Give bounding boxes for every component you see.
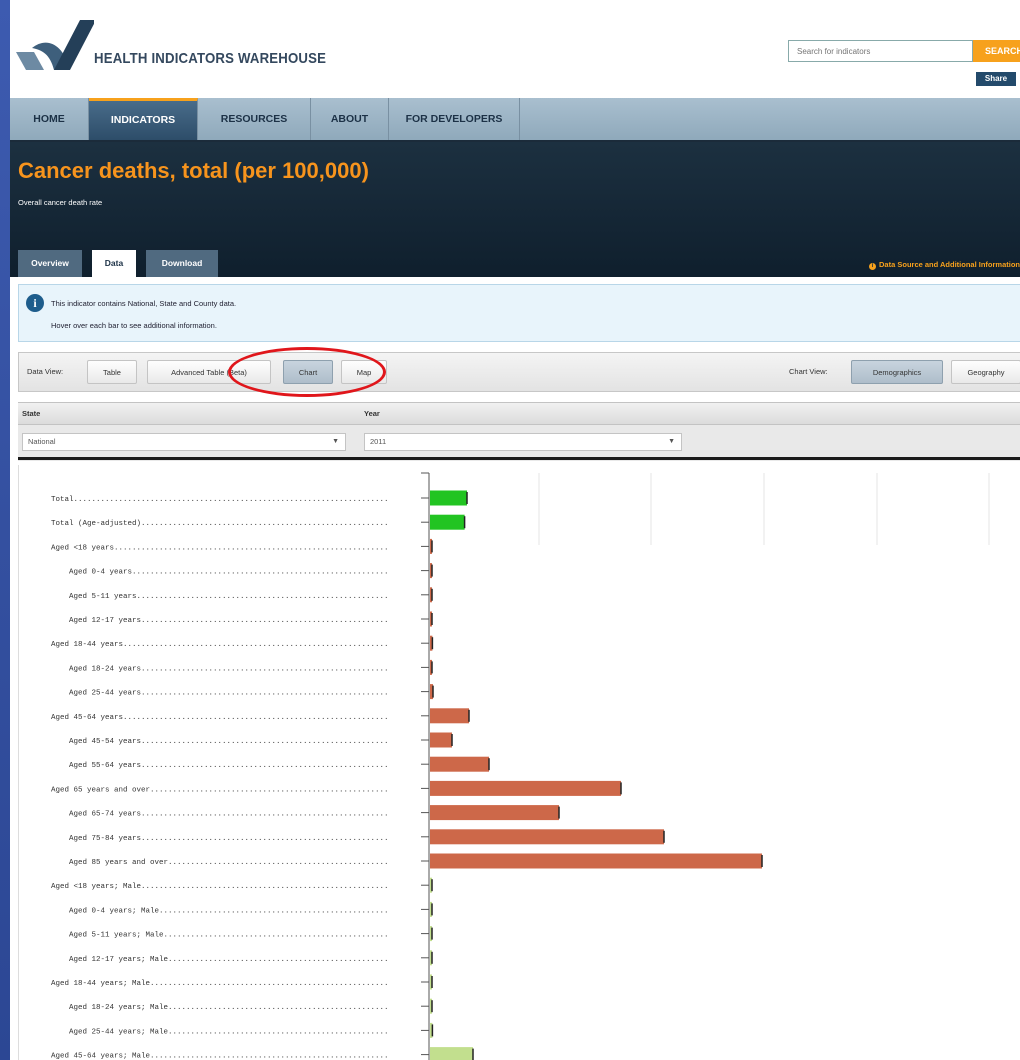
tab-overview[interactable]: Overview bbox=[18, 250, 82, 277]
bar[interactable] bbox=[430, 805, 559, 821]
state-select-value: National bbox=[28, 437, 56, 446]
category-label: Total...................................… bbox=[51, 496, 389, 504]
year-select-value: 2011 bbox=[370, 437, 387, 446]
data-view-bar: Data View: Table Advanced Table (Beta) C… bbox=[18, 352, 1020, 392]
bar[interactable] bbox=[430, 490, 467, 506]
year-label: Year bbox=[364, 409, 380, 418]
bar[interactable] bbox=[430, 708, 469, 724]
highlight-circle bbox=[228, 347, 386, 397]
bar[interactable] bbox=[430, 732, 452, 748]
category-label: Aged 18-24 years........................… bbox=[51, 665, 389, 673]
category-label: Aged 0-4 years..........................… bbox=[51, 569, 389, 577]
hiw-logo[interactable] bbox=[14, 18, 94, 70]
chart-view-geography-button[interactable]: Geography bbox=[951, 360, 1020, 384]
category-label: Aged 12-17 years; Male..................… bbox=[51, 956, 389, 964]
category-label: Aged 65 years and over..................… bbox=[51, 786, 389, 794]
site-header: HEALTH INDICATORS WAREHOUSE SEARCH Share bbox=[10, 0, 1020, 98]
search-input[interactable] bbox=[788, 40, 973, 62]
bar[interactable] bbox=[430, 780, 621, 796]
info-icon: i bbox=[26, 294, 44, 312]
category-label: Aged 25-44 years........................… bbox=[51, 690, 389, 698]
tab-data[interactable]: Data bbox=[92, 250, 136, 277]
page-subtitle: Overall cancer death rate bbox=[18, 198, 103, 207]
category-label: Aged 45-54 years........................… bbox=[51, 738, 389, 746]
data-source-label: Data Source and Additional Information bbox=[879, 260, 1020, 269]
category-label: Total (Age-adjusted)....................… bbox=[51, 520, 389, 528]
state-select[interactable]: National ▼ bbox=[22, 433, 346, 451]
filter-divider bbox=[18, 457, 1020, 460]
info-text-2: Hover over each bar to see additional in… bbox=[51, 321, 217, 330]
info-text-1: This indicator contains National, State … bbox=[51, 299, 237, 308]
category-label: Aged 25-44 years; Male..................… bbox=[51, 1028, 389, 1036]
chart-view-label: Chart View: bbox=[789, 367, 828, 376]
page-title: Cancer deaths, total (per 100,000) bbox=[18, 158, 369, 183]
chart-view-demographics-button[interactable]: Demographics bbox=[851, 360, 943, 384]
main-nav: HOME INDICATORS RESOURCES ABOUT FOR DEVE… bbox=[10, 98, 1020, 142]
category-label: Aged 18-44 years........................… bbox=[51, 641, 389, 649]
nav-home[interactable]: HOME bbox=[10, 98, 89, 140]
bar[interactable] bbox=[430, 829, 664, 845]
browser-page: HEALTH INDICATORS WAREHOUSE SEARCH Share… bbox=[10, 0, 1020, 1060]
category-label: Aged 45-64 years........................… bbox=[51, 714, 389, 722]
data-view-label: Data View: bbox=[27, 367, 64, 376]
category-label: Aged 85 years and over..................… bbox=[51, 859, 389, 867]
category-label: Aged 12-17 years........................… bbox=[51, 617, 389, 625]
bar[interactable] bbox=[430, 853, 762, 869]
category-label: Aged 5-11 years; Male...................… bbox=[51, 932, 389, 940]
share-button[interactable]: Share bbox=[976, 72, 1016, 86]
bar-chart: Total...................................… bbox=[51, 472, 990, 1060]
category-label: Aged 65-74 years........................… bbox=[51, 811, 389, 819]
category-label: Aged 75-84 years........................… bbox=[51, 835, 389, 843]
view-table-button[interactable]: Table bbox=[87, 360, 137, 384]
nav-about[interactable]: ABOUT bbox=[311, 98, 389, 140]
category-label: Aged 18-44 years; Male..................… bbox=[51, 980, 389, 988]
category-label: Aged 0-4 years; Male....................… bbox=[51, 907, 389, 915]
bar[interactable] bbox=[430, 1047, 473, 1060]
info-icon: i bbox=[869, 263, 877, 270]
data-source-link[interactable]: i Data Source and Additional Information bbox=[869, 260, 1020, 270]
bar[interactable] bbox=[430, 514, 465, 530]
category-label: Aged 55-64 years........................… bbox=[51, 762, 389, 770]
search-button[interactable]: SEARCH bbox=[973, 40, 1020, 62]
site-title[interactable]: HEALTH INDICATORS WAREHOUSE bbox=[94, 50, 326, 67]
info-message: i This indicator contains National, Stat… bbox=[18, 284, 1020, 342]
category-label: Aged 18-24 years; Male..................… bbox=[51, 1004, 389, 1012]
bar[interactable] bbox=[430, 756, 489, 772]
nav-indicators[interactable]: INDICATORS bbox=[89, 98, 198, 140]
chevron-down-icon: ▼ bbox=[332, 438, 339, 445]
category-label: Aged <18 years..........................… bbox=[51, 544, 389, 552]
chevron-down-icon: ▼ bbox=[668, 438, 675, 445]
year-select[interactable]: 2011 ▼ bbox=[364, 433, 682, 451]
state-label: State bbox=[22, 409, 41, 418]
filter-panel: State Year National ▼ 2011 ▼ bbox=[18, 402, 1020, 461]
demographics-chart: Total...................................… bbox=[18, 465, 1020, 1060]
category-label: Aged 5-11 years.........................… bbox=[51, 593, 389, 601]
nav-resources[interactable]: RESOURCES bbox=[198, 98, 311, 140]
tab-download[interactable]: Download bbox=[146, 250, 218, 277]
indicator-banner: Cancer deaths, total (per 100,000) Overa… bbox=[10, 142, 1020, 277]
nav-for-developers[interactable]: FOR DEVELOPERS bbox=[389, 98, 520, 140]
category-label: Aged 45-64 years; Male..................… bbox=[51, 1053, 389, 1060]
category-label: Aged <18 years; Male....................… bbox=[51, 883, 389, 891]
filter-header: State Year bbox=[18, 403, 1020, 425]
